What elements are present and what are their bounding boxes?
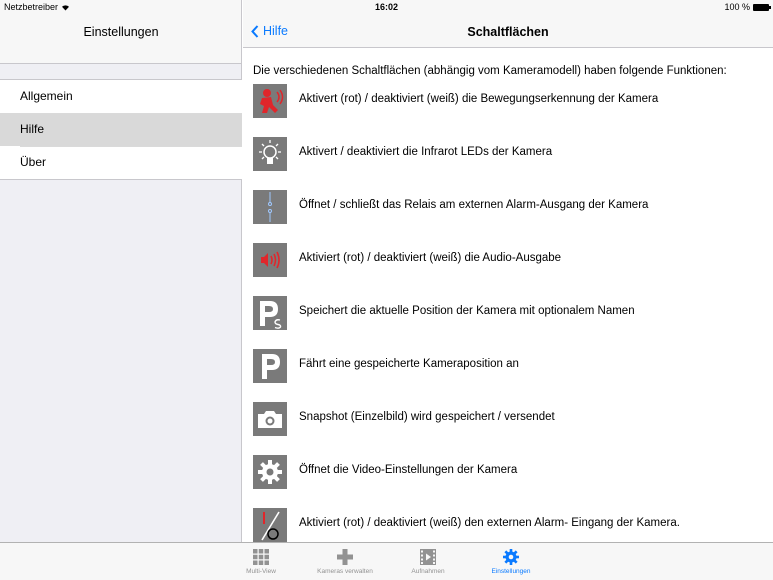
- infrared-led-icon: [253, 137, 287, 171]
- battery-indicator: 100 %: [724, 2, 771, 12]
- tab-einstellungen[interactable]: Einstellungen: [476, 543, 546, 580]
- settings-sidebar: Einstellungen Allgemein Hilfe Über: [0, 0, 242, 542]
- clock: 16:02: [374, 2, 399, 12]
- gear-icon: [503, 549, 519, 565]
- tab-label: Einstellungen: [491, 568, 531, 575]
- help-detail-pane: Hilfe Schaltflächen Die verschiedenen Sc…: [243, 0, 773, 542]
- motion-detection-icon: [253, 84, 287, 118]
- tab-label: Kameras verwalten: [317, 568, 373, 575]
- plus-icon: [337, 549, 353, 565]
- tab-label: Multi-View: [246, 568, 276, 575]
- status-bar: Netzbetreiber 16:02 100 %: [0, 0, 773, 15]
- grid-icon: [253, 549, 269, 565]
- tab-aufnahmen[interactable]: Aufnahmen: [393, 543, 463, 580]
- snapshot-camera-icon: [253, 402, 287, 436]
- list-item-text: Öffnet die Video-Einstellungen der Kamer…: [299, 464, 518, 476]
- sidebar-item-label: Hilfe: [20, 122, 45, 136]
- sidebar-item-allgemein[interactable]: Allgemein: [0, 80, 242, 113]
- video-settings-gear-icon: [253, 455, 287, 489]
- alarm-input-icon: [253, 508, 287, 542]
- goto-position-icon: [253, 349, 287, 383]
- tab-label: Aufnahmen: [411, 568, 445, 575]
- list-item-text: Aktiviert (rot) / deaktiviert (weiß) die…: [299, 252, 562, 264]
- intro-text: Die verschiedenen Schaltflächen (abhängi…: [253, 65, 727, 77]
- sidebar-item-label: Über: [20, 155, 47, 169]
- audio-output-icon: [253, 243, 287, 277]
- list-item-text: Öffnet / schließt das Relais am externen…: [299, 199, 649, 211]
- list-item-text: Snapshot (Einzelbild) wird gespeichert /…: [299, 411, 555, 423]
- settings-menu: Allgemein Hilfe Über: [0, 79, 242, 180]
- film-icon: [420, 549, 436, 565]
- sidebar-item-hilfe[interactable]: Hilfe: [0, 113, 242, 146]
- tab-kameras-verwalten[interactable]: Kameras verwalten: [310, 543, 380, 580]
- sidebar-item-label: Allgemein: [20, 89, 73, 103]
- tab-bar: Multi-View Kameras verwalten Aufnahmen E…: [0, 542, 773, 580]
- list-item-text: Aktiviert (rot) / deaktiviert (weiß) den…: [299, 517, 680, 529]
- tab-multi-view[interactable]: Multi-View: [226, 543, 296, 580]
- sidebar-title: Einstellungen: [83, 25, 159, 39]
- list-item-text: Aktivert (rot) / deaktiviert (weiß) die …: [299, 93, 659, 105]
- save-position-icon: [253, 296, 287, 330]
- list-item-text: Fährt eine gespeicherte Kameraposition a…: [299, 358, 519, 370]
- page-title: Schaltflächen: [467, 25, 549, 39]
- battery-label: 100 %: [724, 2, 750, 12]
- sidebar-item-ueber[interactable]: Über: [0, 146, 242, 179]
- relay-icon: [253, 190, 287, 224]
- list-item-text: Speichert die aktuelle Position der Kame…: [299, 305, 635, 317]
- battery-icon: [753, 3, 771, 11]
- list-item-text: Aktivert / deaktiviert die Infrarot LEDs…: [299, 146, 553, 158]
